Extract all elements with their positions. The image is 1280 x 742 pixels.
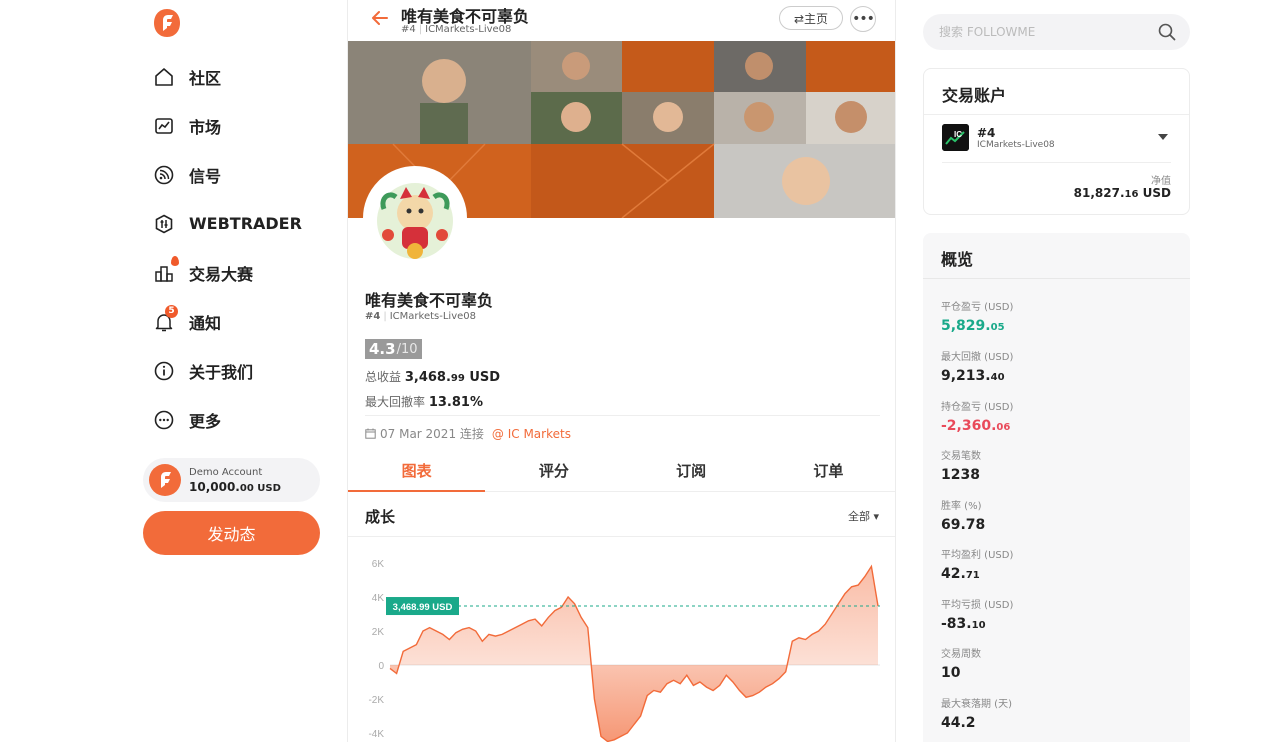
trading-account-card: 交易账户 IC #4 ICMarkets-Live08 净值 81,827.16… <box>923 68 1190 215</box>
account-selector[interactable]: IC #4 ICMarkets-Live08 <box>942 124 1174 151</box>
trading-account-title: 交易账户 <box>924 69 1189 115</box>
info-icon <box>153 360 175 382</box>
account-number: #4 <box>977 125 996 140</box>
followme-logo[interactable] <box>153 8 181 38</box>
metric-trade-count: 交易笔数 1238 <box>941 451 981 483</box>
metric-trading-weeks: 交易周数 10 <box>941 649 981 681</box>
nav-label: 更多 <box>189 411 222 431</box>
chevron-down-icon[interactable] <box>1158 134 1168 140</box>
profile-avatar[interactable] <box>363 166 467 270</box>
metric-max-drawdown: 最大回撤 (USD) 9,213.40 <box>941 352 1014 384</box>
nav-label: 关于我们 <box>189 362 254 382</box>
nav-item-community[interactable]: 社区 <box>143 52 323 101</box>
metric-floating-pnl: 持仓盈亏 (USD) -2,360.06 <box>941 402 1014 434</box>
total-profit-stat: 总收益 3,468.99 USD <box>365 370 501 385</box>
nav-label: 信号 <box>189 166 222 186</box>
y-tick-label: 2K <box>372 627 385 638</box>
nav-label: 交易大赛 <box>189 264 254 284</box>
svg-text:IC: IC <box>954 130 962 139</box>
overview-title: 概览 <box>923 233 1190 279</box>
nav-item-notifications[interactable]: 5 通知 <box>143 297 323 346</box>
contest-icon <box>153 255 179 284</box>
tab-orders[interactable]: 订单 <box>760 452 895 491</box>
webtrader-icon <box>153 213 175 235</box>
demo-account-balance: 10,000.00 USD <box>189 479 281 494</box>
metric-max-decline-days: 最大衰落期 (天) 44.2 <box>941 699 1012 731</box>
more-options-button[interactable]: ••• <box>850 6 876 32</box>
search-input[interactable] <box>939 25 1139 39</box>
profile-topbar: 唯有美食不可辜负 #4 | ICMarkets-Live08 ⇄主页 ••• <box>348 0 895 40</box>
nav-label: 市场 <box>189 117 222 137</box>
growth-header: 成长 全部 ▾ <box>348 492 895 537</box>
nav-label: 通知 <box>189 313 222 333</box>
net-value-label: 净值 <box>1151 176 1171 187</box>
market-chart-icon <box>153 115 175 137</box>
profile-account-info: #4 | ICMarkets-Live08 <box>365 311 476 322</box>
nav-item-webtrader[interactable]: WEBTRADER <box>143 199 323 248</box>
account-server: ICMarkets-Live08 <box>977 139 1055 150</box>
nav-item-signal[interactable]: 信号 <box>143 150 323 199</box>
y-tick-label: -2K <box>368 695 384 706</box>
more-icon <box>153 409 175 431</box>
divider <box>365 415 880 416</box>
hot-flame-icon <box>171 255 179 266</box>
metric-win-rate: 胜率 (%) 69.78 <box>941 501 986 533</box>
rating-score-badge: 4.3/10 <box>365 339 422 359</box>
calendar-icon <box>365 428 376 439</box>
broker-link[interactable]: @ IC Markets <box>492 427 571 441</box>
metric-avg-profit: 平均盈利 (USD) 42.71 <box>941 550 1014 582</box>
notification-count-badge: 5 <box>165 304 178 318</box>
demo-account-title: Demo Account <box>189 466 263 478</box>
nav-item-about[interactable]: 关于我们 <box>143 346 323 395</box>
growth-chart: 6K 4K 2K 0 -2K -4K 3,468.99 USD <box>348 537 895 742</box>
metric-closed-pnl: 平仓盈亏 (USD) 5,829.05 <box>941 302 1014 334</box>
nav-item-market[interactable]: 市场 <box>143 101 323 150</box>
nav-label: WEBTRADER <box>189 214 302 233</box>
signal-icon <box>153 164 175 186</box>
tab-rating[interactable]: 评分 <box>485 452 622 491</box>
nav-label: 社区 <box>189 68 222 88</box>
ic-markets-logo: IC <box>942 124 969 151</box>
tab-chart[interactable]: 图表 <box>348 452 486 492</box>
y-tick-label: -4K <box>368 729 384 740</box>
current-value-label: 3,468.99 USD <box>393 602 453 613</box>
nav-item-more[interactable]: 更多 <box>143 395 323 444</box>
y-tick-label: 4K <box>372 593 385 604</box>
tab-subscribe[interactable]: 订阅 <box>623 452 760 491</box>
back-arrow-icon[interactable] <box>370 8 390 28</box>
connected-since: 07 Mar 2021 连接 @ IC Markets <box>365 425 571 442</box>
growth-title: 成长 <box>365 508 396 526</box>
y-tick-label: 0 <box>378 661 384 672</box>
demo-account-card[interactable]: Demo Account 10,000.00 USD <box>143 458 320 502</box>
profile-main: 唯有美食不可辜负 #4 | ICMarkets-Live08 ⇄主页 ••• 唯… <box>347 0 896 742</box>
profile-name: 唯有美食不可辜负 <box>365 291 494 310</box>
y-tick-label: 6K <box>372 559 385 570</box>
post-update-button[interactable]: 发动态 <box>143 511 320 555</box>
nav-item-contest[interactable]: 交易大赛 <box>143 248 323 297</box>
home-page-button[interactable]: ⇄主页 <box>779 6 843 30</box>
max-drawdown-stat: 最大回撤率 13.81% <box>365 395 483 410</box>
profile-tabs: 图表 评分 订阅 订单 <box>348 452 895 492</box>
overview-card: 概览 平仓盈亏 (USD) 5,829.05 最大回撤 (USD) 9,213.… <box>923 233 1190 742</box>
bell-icon: 5 <box>153 304 178 333</box>
main-nav: 社区 市场 信号 WEBTRADER 交易大赛 5 通知 关于我们 更多 <box>143 52 323 444</box>
range-dropdown[interactable]: 全部 ▾ <box>848 508 879 524</box>
net-value: 81,827.16 USD <box>1073 186 1171 200</box>
divider <box>942 162 1171 163</box>
home-icon <box>153 66 175 88</box>
left-sidebar: 社区 市场 信号 WEBTRADER 交易大赛 5 通知 关于我们 更多 Dem… <box>143 0 323 742</box>
topbar-account-info: #4 | ICMarkets-Live08 <box>401 24 512 35</box>
followme-logo-icon <box>149 464 181 496</box>
search-icon[interactable] <box>1158 23 1176 45</box>
metric-avg-loss: 平均亏损 (USD) -83.10 <box>941 600 1014 632</box>
search-bar <box>923 14 1190 50</box>
